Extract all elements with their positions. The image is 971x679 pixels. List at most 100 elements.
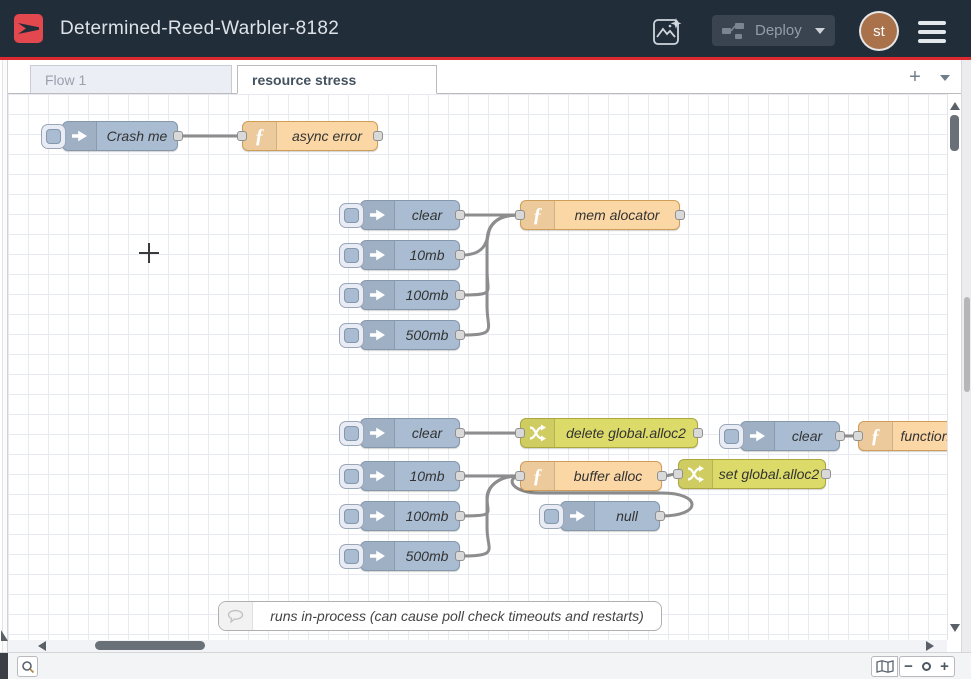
change-delete-global-alloc2-output-port[interactable] (693, 428, 703, 438)
scroll-down-arrow[interactable] (950, 624, 960, 632)
flowfuse-logo-icon[interactable] (14, 14, 43, 43)
inject-10mb-1[interactable]: 10mb (360, 240, 460, 270)
scroll-right-arrow[interactable] (926, 641, 934, 651)
inject-10mb-2-label: 10mb (395, 462, 459, 490)
deploy-caret-icon[interactable] (815, 28, 825, 34)
inject-null[interactable]: null (560, 501, 660, 531)
function-function-icon-area: ƒ (859, 422, 893, 450)
function-f-icon: ƒ (255, 125, 265, 148)
inject-clear-2-button[interactable] (339, 421, 364, 446)
inject-100mb-2-button[interactable] (339, 504, 364, 529)
node-red-editor: Determined-Reed-Warbler-8182 Deploy st (0, 0, 971, 679)
inject-10mb-2-output-port[interactable] (455, 471, 465, 481)
function-mem-alocator-input-port[interactable] (515, 210, 525, 220)
zoom-out-button[interactable]: − (899, 656, 918, 677)
function-function[interactable]: ƒfunction (858, 421, 947, 451)
inject-10mb-1-button[interactable] (339, 243, 364, 268)
change-delete-global-alloc2[interactable]: delete global.alloc2 (520, 418, 698, 448)
inject-500mb-2-output-port[interactable] (455, 551, 465, 561)
function-buffer-alloc-input-port[interactable] (515, 471, 525, 481)
scroll-up-arrow[interactable] (950, 102, 960, 110)
scroll-left-arrow[interactable] (38, 641, 46, 651)
inject-arrow-icon (569, 508, 586, 524)
inject-500mb-2[interactable]: 500mb (360, 541, 460, 571)
inject-500mb-1-button[interactable] (339, 323, 364, 348)
inject-clear-1-button[interactable] (339, 203, 364, 228)
function-buffer-alloc[interactable]: ƒbuffer alloc (520, 461, 662, 491)
inject-clear-2[interactable]: clear (360, 418, 460, 448)
palette-collapsed-strip[interactable] (0, 60, 8, 652)
window-scrollbar[interactable] (961, 60, 971, 679)
function-mem-alocator[interactable]: ƒmem alocator (520, 200, 680, 230)
change-set-global-alloc2[interactable]: set global.alloc2 (678, 459, 826, 489)
inject-500mb-2-button[interactable] (339, 544, 364, 569)
inject-clear-3[interactable]: clear (740, 421, 840, 451)
inject-arrow-icon (369, 548, 386, 564)
deploy-button[interactable]: Deploy (712, 15, 835, 46)
inject-crash-me[interactable]: Crash me (62, 121, 178, 151)
function-function-input-port[interactable] (853, 431, 863, 441)
inject-arrow-icon (369, 247, 386, 263)
comment-runs-in-process-label: runs in-process (can cause poll check ti… (253, 602, 661, 630)
inject-100mb-1-output-port[interactable] (455, 290, 465, 300)
inject-10mb-2-button[interactable] (339, 464, 364, 489)
window-scrollbar-thumb[interactable] (964, 297, 970, 392)
inject-10mb-2-icon-area (361, 462, 395, 490)
inject-10mb-2[interactable]: 10mb (360, 461, 460, 491)
inject-clear-3-button[interactable] (719, 424, 744, 449)
change-delete-global-alloc2-label: delete global.alloc2 (555, 419, 697, 447)
function-mem-alocator-output-port[interactable] (675, 210, 685, 220)
inject-null-output-port[interactable] (655, 511, 665, 521)
main-menu-button[interactable] (918, 21, 946, 43)
inject-clear-1-output-port[interactable] (455, 210, 465, 220)
zoom-in-button[interactable]: + (935, 656, 955, 677)
inject-500mb-1[interactable]: 500mb (360, 320, 460, 350)
change-set-global-alloc2-output-port[interactable] (821, 469, 831, 479)
inject-clear-3-label: clear (775, 422, 839, 450)
comment-runs-in-process[interactable]: runs in-process (can cause poll check ti… (218, 601, 662, 631)
inject-10mb-1-output-port[interactable] (455, 250, 465, 260)
inject-100mb-1[interactable]: 100mb (360, 280, 460, 310)
inject-clear-3-icon-area (741, 422, 775, 450)
user-avatar[interactable]: st (861, 13, 897, 49)
horizontal-scrollbar-thumb[interactable] (95, 641, 205, 650)
inject-100mb-2[interactable]: 100mb (360, 501, 460, 531)
function-async-error-output-port[interactable] (373, 131, 383, 141)
inject-button-pad (344, 509, 359, 524)
tab-resource-stress[interactable]: resource stress (237, 65, 437, 94)
function-async-error[interactable]: ƒasync error (242, 121, 378, 151)
inject-clear-1[interactable]: clear (360, 200, 460, 230)
inject-100mb-1-button[interactable] (339, 283, 364, 308)
change-set-global-alloc2-input-port[interactable] (673, 469, 683, 479)
function-buffer-alloc-output-port[interactable] (657, 471, 667, 481)
inject-crash-me-output-port[interactable] (173, 131, 183, 141)
inject-clear-3-output-port[interactable] (835, 431, 845, 441)
inject-crash-me-button[interactable] (41, 124, 66, 149)
tab-flow-1[interactable]: Flow 1 (30, 65, 232, 93)
inject-500mb-1-output-port[interactable] (455, 330, 465, 340)
zoom-reset-button[interactable] (917, 656, 936, 677)
change-delete-global-alloc2-input-port[interactable] (515, 428, 525, 438)
change-shuffle-icon (686, 465, 705, 483)
canvas-horizontal-scrollbar[interactable] (8, 640, 947, 652)
tab-flow-1-label: Flow 1 (45, 72, 86, 88)
add-flow-button[interactable]: + (905, 68, 925, 88)
vertical-scrollbar-thumb[interactable] (950, 115, 959, 151)
wire-inject-100mb-2-to-function-buffer-alloc[interactable] (462, 476, 518, 516)
inject-null-label: null (595, 502, 659, 530)
inject-arrow-icon (71, 128, 88, 144)
function-async-error-input-port[interactable] (237, 131, 247, 141)
map-icon (876, 660, 894, 673)
inject-null-button[interactable] (539, 504, 564, 529)
inject-clear-2-output-port[interactable] (455, 428, 465, 438)
search-button[interactable] (17, 656, 38, 677)
flow-canvas[interactable]: Crash me ƒasync error clear 10mb 100mb 500mb ƒ… (8, 94, 947, 640)
wire-inject-10mb-1-to-function-mem-alocator[interactable] (462, 215, 518, 255)
navigator-button[interactable] (871, 656, 898, 677)
canvas-vertical-scrollbar[interactable] (947, 94, 961, 640)
inject-100mb-2-output-port[interactable] (455, 511, 465, 521)
inject-button-pad (344, 549, 359, 564)
ai-image-icon[interactable] (652, 16, 685, 47)
flow-list-caret-icon[interactable] (940, 75, 950, 81)
inject-button-pad (344, 469, 359, 484)
